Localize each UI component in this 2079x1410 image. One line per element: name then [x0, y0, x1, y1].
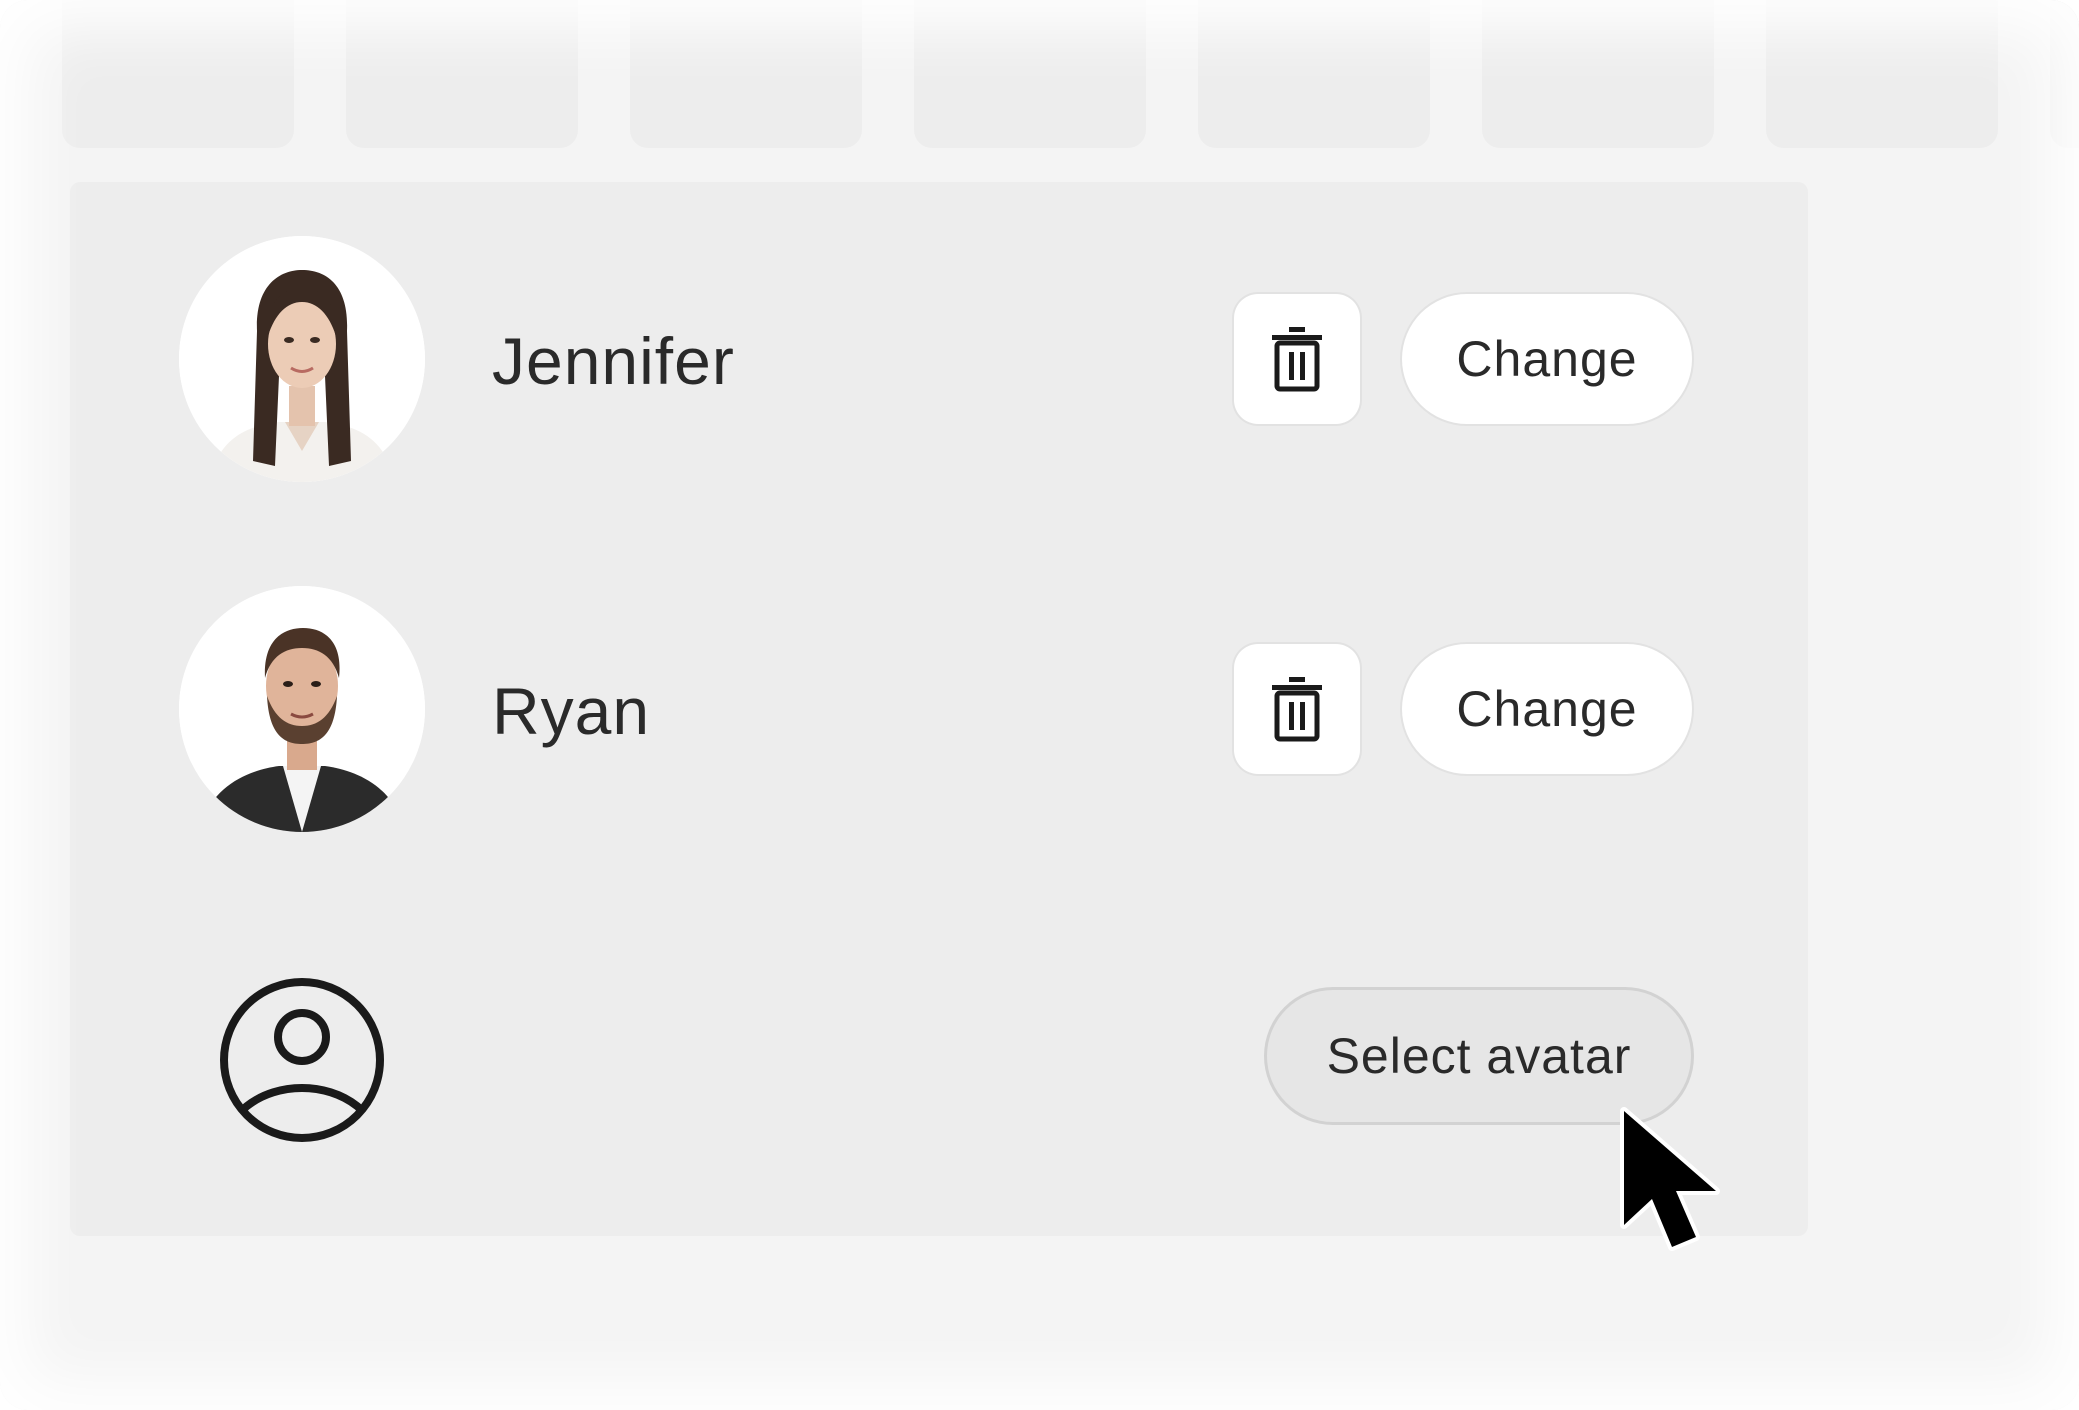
- avatar-name: Jennifer: [492, 324, 735, 398]
- avatar-photo-jennifer: [179, 236, 425, 482]
- avatar-panel: Jennifer Change Ryan Change Select avata…: [70, 182, 1808, 1236]
- change-avatar-button[interactable]: Change: [1402, 644, 1692, 774]
- tab-tile[interactable]: [62, 0, 294, 148]
- user-circle-icon: [217, 975, 387, 1145]
- tab-tile[interactable]: [346, 0, 578, 148]
- mouse-pointer-icon: [1618, 1107, 1728, 1267]
- avatar-photo-ryan: [179, 586, 425, 832]
- tab-tile[interactable]: [630, 0, 862, 148]
- select-avatar-button[interactable]: Select avatar: [1267, 990, 1691, 1122]
- woman-portrait-icon: [179, 236, 425, 482]
- app-window: Jennifer Change Ryan Change Select avata…: [0, 0, 2079, 1410]
- delete-avatar-button[interactable]: [1234, 294, 1360, 424]
- tab-tile[interactable]: [1482, 0, 1714, 148]
- tab-tile[interactable]: [914, 0, 1146, 148]
- man-portrait-icon: [179, 586, 425, 832]
- tab-strip: [0, 0, 2079, 150]
- trash-icon: [1272, 327, 1322, 392]
- tab-tile[interactable]: [1766, 0, 1998, 148]
- tab-tile[interactable]: [1198, 0, 1430, 148]
- avatar-name: Ryan: [492, 674, 651, 748]
- delete-avatar-button[interactable]: [1234, 644, 1360, 774]
- avatar-row: Jennifer Change: [70, 236, 1808, 486]
- trash-icon: [1272, 677, 1322, 742]
- change-avatar-button[interactable]: Change: [1402, 294, 1692, 424]
- avatar-row: Ryan Change: [70, 586, 1808, 836]
- tab-tile[interactable]: [2050, 0, 2079, 148]
